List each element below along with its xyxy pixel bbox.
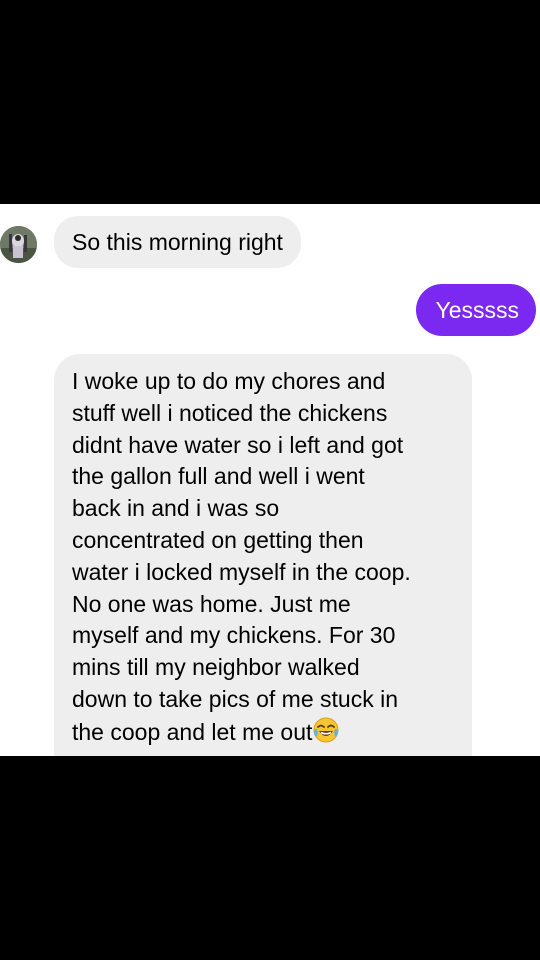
message-line: water i locked myself in the coop. (72, 558, 411, 585)
message-text: Yesssss (435, 297, 519, 323)
message-line: concentrated on getting then (72, 526, 364, 553)
message-line: I woke up to do my chores and (72, 368, 386, 394)
video-frame: So this morning right Yesssss I woke up … (0, 0, 540, 960)
message-line: the gallon full and well i went (72, 463, 365, 490)
message-line: stuff well i noticed the chickens (72, 399, 388, 426)
message-line: myself and my chickens. For 30 (72, 622, 396, 649)
chat-thread[interactable]: So this morning right Yesssss I woke up … (0, 204, 540, 756)
incoming-message[interactable]: So this morning right (54, 216, 301, 268)
message-line: mins till my neighbor walked (72, 654, 360, 681)
avatar-photo (0, 226, 37, 263)
incoming-message-long[interactable]: I woke up to do my chores and stuff well… (54, 354, 472, 756)
message-text: So this morning right (72, 229, 283, 255)
outgoing-message[interactable]: Yesssss (416, 284, 536, 336)
face-with-tears-of-joy-icon (313, 717, 339, 743)
message-line-last: the coop and let me out (72, 716, 458, 749)
message-line: the coop and let me out (72, 718, 313, 745)
message-line: down to take pics of me stuck in (72, 685, 398, 712)
message-line: No one was home. Just me (72, 590, 351, 617)
message-line: didnt have water so i left and got (72, 431, 404, 458)
contact-avatar[interactable] (0, 226, 37, 263)
message-line: back in and i was so (72, 495, 280, 522)
